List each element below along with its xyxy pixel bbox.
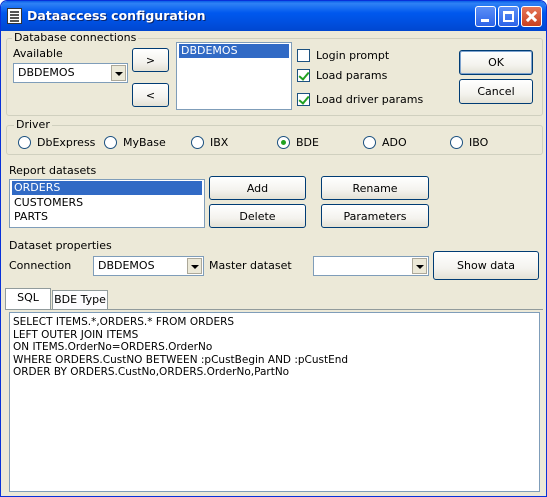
app-icon bbox=[7, 8, 22, 24]
close-icon bbox=[522, 7, 541, 26]
connection-label: Connection bbox=[9, 259, 72, 272]
driver-bde-radio[interactable] bbox=[277, 136, 290, 149]
driver-dbexpress-label: DbExpress bbox=[37, 136, 96, 149]
driver-dbexpress-radio[interactable] bbox=[18, 136, 31, 149]
driver-mybase-label: MyBase bbox=[123, 136, 166, 149]
close-button[interactable] bbox=[521, 6, 542, 27]
ok-button[interactable]: OK bbox=[459, 50, 533, 75]
master-dataset-label: Master dataset bbox=[209, 259, 292, 272]
sql-editor[interactable]: SELECT ITEMS.*,ORDERS.* FROM ORDERS LEFT… bbox=[9, 312, 540, 492]
available-label: Available bbox=[13, 47, 63, 60]
list-item[interactable]: ORDERS bbox=[12, 181, 202, 195]
remove-connection-button[interactable]: < bbox=[132, 83, 169, 107]
tab-divider bbox=[5, 309, 543, 310]
maximize-icon bbox=[503, 11, 514, 22]
cancel-button[interactable]: Cancel bbox=[459, 79, 533, 104]
parameters-button[interactable]: Parameters bbox=[321, 204, 429, 228]
dataset-properties-label: Dataset properties bbox=[9, 239, 112, 252]
window-title: Dataaccess configuration bbox=[27, 8, 206, 23]
dataaccess-config-window: Dataaccess configuration Database connec… bbox=[0, 0, 547, 497]
minimize-icon bbox=[481, 19, 489, 22]
driver-ado-label: ADO bbox=[382, 136, 407, 149]
title-bar[interactable]: Dataaccess configuration bbox=[1, 1, 546, 31]
connection-value: DBDEMOS bbox=[98, 259, 155, 272]
login-prompt-checkbox[interactable] bbox=[297, 49, 310, 62]
driver-caption: Driver bbox=[14, 118, 52, 131]
tab-bde-type[interactable]: BDE Type bbox=[52, 290, 108, 310]
minimize-button[interactable] bbox=[475, 6, 496, 27]
chevron-down-icon[interactable] bbox=[187, 258, 202, 274]
driver-ibo-radio[interactable] bbox=[450, 136, 463, 149]
add-dataset-button[interactable]: Add bbox=[209, 176, 306, 200]
add-connection-button[interactable]: > bbox=[132, 48, 169, 72]
maximize-button[interactable] bbox=[498, 6, 519, 27]
driver-ibx-radio[interactable] bbox=[191, 136, 204, 149]
chevron-down-icon[interactable] bbox=[412, 258, 427, 274]
login-prompt-label: Login prompt bbox=[316, 49, 390, 62]
connection-dropdown[interactable]: DBDEMOS bbox=[93, 256, 204, 276]
report-datasets-label: Report datasets bbox=[9, 164, 97, 177]
load-driver-params-label: Load driver params bbox=[316, 93, 424, 106]
list-item[interactable]: PARTS bbox=[12, 210, 202, 224]
tab-sql[interactable]: SQL bbox=[5, 288, 51, 310]
master-dataset-dropdown[interactable] bbox=[313, 256, 429, 276]
show-data-button[interactable]: Show data bbox=[433, 251, 539, 280]
available-connections-value: DBDEMOS bbox=[18, 66, 75, 79]
driver-ibx-label: IBX bbox=[210, 136, 229, 149]
report-datasets-list[interactable]: ORDERS CUSTOMERS PARTS bbox=[9, 179, 205, 228]
driver-mybase-radio[interactable] bbox=[104, 136, 117, 149]
load-params-checkbox[interactable] bbox=[297, 69, 310, 82]
driver-bde-label: BDE bbox=[296, 136, 319, 149]
selected-connections-list[interactable]: DBDEMOS bbox=[176, 42, 292, 110]
driver-ibo-label: IBO bbox=[469, 136, 489, 149]
delete-dataset-button[interactable]: Delete bbox=[209, 204, 306, 228]
driver-ado-radio[interactable] bbox=[363, 136, 376, 149]
load-params-label: Load params bbox=[316, 69, 388, 82]
load-driver-params-checkbox[interactable] bbox=[297, 93, 310, 106]
list-item[interactable]: DBDEMOS bbox=[179, 44, 289, 58]
chevron-down-icon[interactable] bbox=[111, 65, 126, 81]
list-item[interactable]: CUSTOMERS bbox=[12, 196, 202, 210]
database-connections-caption: Database connections bbox=[12, 31, 139, 44]
rename-dataset-button[interactable]: Rename bbox=[321, 176, 429, 200]
available-connections-dropdown[interactable]: DBDEMOS bbox=[13, 63, 128, 83]
